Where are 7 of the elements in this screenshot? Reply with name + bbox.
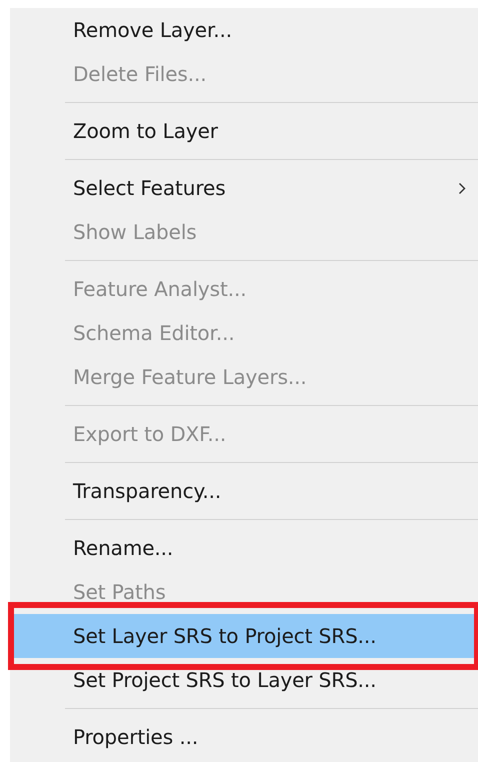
menu-item[interactable]: Zoom to Layer <box>10 109 478 153</box>
menu-item[interactable]: Remove Layer... <box>10 8 478 52</box>
menu-item[interactable]: Rename... <box>10 526 478 570</box>
menu-item[interactable]: Set Project SRS to Layer SRS... <box>10 658 478 702</box>
menu-item[interactable]: Select Features <box>10 166 478 210</box>
menu-item[interactable]: Transparency... <box>10 469 478 513</box>
menu-item[interactable]: Properties ... <box>10 715 478 759</box>
